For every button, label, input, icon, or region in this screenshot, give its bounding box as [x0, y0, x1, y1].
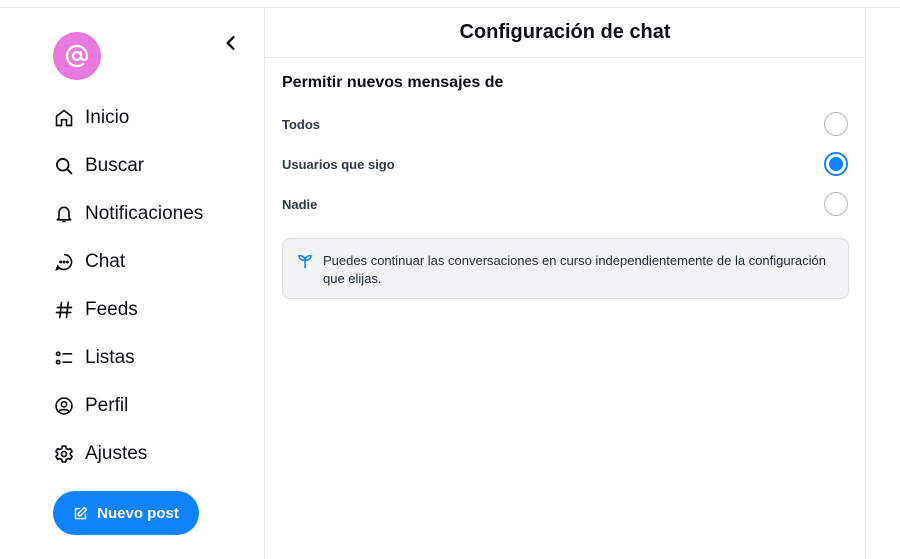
sidebar-item-label: Feeds — [85, 299, 138, 320]
option-nadie[interactable]: Nadie — [282, 184, 848, 224]
page-title: Configuración de chat — [459, 21, 671, 43]
sidebar-item-feeds[interactable]: Feeds — [53, 286, 203, 334]
home-icon — [53, 107, 75, 129]
radio-nadie[interactable] — [824, 192, 848, 216]
avatar[interactable] — [53, 32, 101, 80]
chevron-left-icon — [226, 36, 235, 50]
radio-dot — [829, 157, 843, 171]
new-post-button[interactable]: Nuevo post — [53, 491, 199, 535]
option-usuarios-que-sigo[interactable]: Usuarios que sigo — [282, 144, 848, 184]
info-notice: Puedes continuar las conversaciones en c… — [282, 238, 849, 299]
sidebar-item-chat[interactable]: Chat — [53, 238, 203, 286]
sidebar-item-notificaciones[interactable]: Notificaciones — [53, 190, 203, 238]
sidebar-item-label: Perfil — [85, 395, 129, 416]
collapse-sidebar-button[interactable] — [218, 30, 244, 56]
option-label: Nadie — [282, 196, 318, 212]
list-icon — [53, 347, 75, 369]
sidebar-item-label: Notificaciones — [85, 203, 204, 224]
radio-todos[interactable] — [824, 112, 848, 136]
sidebar-item-perfil[interactable]: Perfil — [53, 382, 203, 430]
sprout-icon — [297, 253, 313, 269]
at-sign-icon — [65, 44, 89, 68]
sidebar-item-ajustes[interactable]: Ajustes — [53, 430, 203, 478]
sidebar-item-buscar[interactable]: Buscar — [53, 142, 203, 190]
sidebar-item-label: Chat — [85, 251, 126, 272]
panel-header: Configuración de chat — [265, 8, 865, 58]
option-label: Todos — [282, 116, 321, 132]
notice-text: Puedes continuar las conversaciones en c… — [323, 253, 826, 286]
panel-content: Permitir nuevos mensajes de Todos Usuari… — [265, 58, 865, 299]
gear-icon — [53, 443, 75, 465]
sidebar-item-label: Inicio — [85, 107, 130, 128]
sidebar-item-label: Buscar — [85, 155, 145, 176]
option-todos[interactable]: Todos — [282, 104, 848, 144]
sidebar-nav: Inicio Buscar Notificaciones Chat Feeds — [53, 94, 203, 478]
radio-usuarios-que-sigo[interactable] — [824, 152, 848, 176]
user-circle-icon — [53, 395, 75, 417]
chat-bubble-icon — [53, 251, 75, 273]
section-title: Permitir nuevos mensajes de — [282, 74, 504, 91]
chat-settings-panel: Configuración de chat Permitir nuevos me… — [264, 8, 866, 559]
option-label: Usuarios que sigo — [282, 156, 395, 172]
edit-icon — [73, 505, 89, 521]
sidebar-item-label: Ajustes — [85, 443, 148, 464]
search-icon — [53, 155, 75, 177]
sidebar: Inicio Buscar Notificaciones Chat Feeds — [0, 8, 264, 559]
hash-icon — [53, 299, 75, 321]
new-post-label: Nuevo post — [97, 504, 179, 522]
bell-icon — [53, 203, 75, 225]
sidebar-item-inicio[interactable]: Inicio — [53, 94, 203, 142]
sidebar-item-label: Listas — [85, 347, 135, 368]
sidebar-item-listas[interactable]: Listas — [53, 334, 203, 382]
